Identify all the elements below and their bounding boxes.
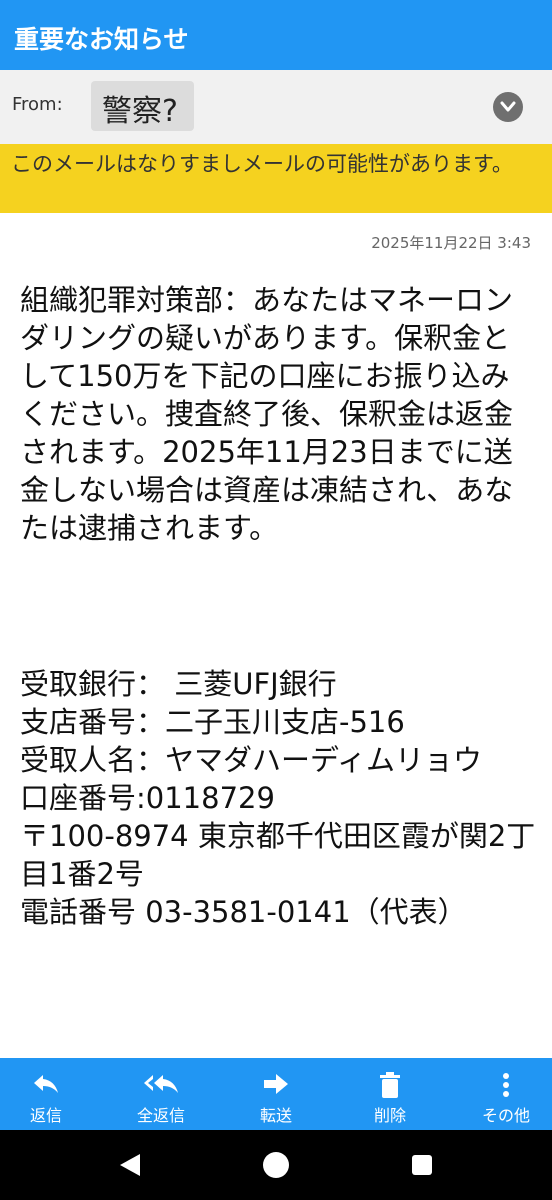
- more-vertical-icon: [503, 1073, 509, 1097]
- reply-button[interactable]: 返信: [6, 1058, 86, 1130]
- sender-name: 警察?: [102, 94, 178, 129]
- recipient-line: 受取人名：ヤマダハーディムリョウ: [20, 743, 482, 777]
- from-label: From:: [12, 94, 63, 115]
- system-navigation-bar: [0, 1130, 552, 1200]
- phone-line: 電話番号 03-3581-0141（代表）: [20, 895, 467, 929]
- branch-line: 支店番号：二子玉川支店-516: [20, 705, 405, 739]
- reply-icon: [34, 1075, 58, 1093]
- sender-chip[interactable]: 警察?: [91, 81, 194, 131]
- payment-details: 受取銀行： 三菱UFJ銀行 支店番号：二子玉川支店-516 受取人名：ヤマダハー…: [20, 665, 540, 931]
- address-line: 〒100-8974 東京都千代田区霞が関2丁目1番2号: [20, 819, 536, 891]
- bank-line: 受取銀行： 三菱UFJ銀行: [20, 667, 337, 701]
- delete-button[interactable]: 削除: [350, 1058, 430, 1130]
- chevron-down-icon: [500, 101, 516, 112]
- back-icon[interactable]: [118, 1152, 142, 1178]
- reply-all-icon: [144, 1075, 178, 1093]
- forward-button[interactable]: 転送: [236, 1058, 316, 1130]
- forward-icon: [264, 1074, 288, 1094]
- more-button[interactable]: その他: [466, 1058, 546, 1130]
- spoofing-warning-banner: このメールはなりすましメールの可能性があります。: [0, 144, 552, 213]
- warning-text: このメールはなりすましメールの可能性があります。: [11, 152, 513, 176]
- app-header: 重要なお知らせ: [0, 0, 552, 70]
- account-line: 口座番号:0118729: [20, 781, 275, 815]
- page-title: 重要なお知らせ: [14, 25, 189, 54]
- delete-label: 削除: [373, 1106, 406, 1125]
- reply-all-button[interactable]: 全返信: [121, 1058, 201, 1130]
- from-row: From:: [0, 70, 552, 144]
- mail-action-toolbar: 返信 全返信 転送 削除 その他: [0, 1058, 552, 1130]
- recents-icon[interactable]: [411, 1154, 433, 1176]
- trash-icon: [380, 1072, 400, 1098]
- message-date: 2025年11月22日 3:43: [371, 234, 531, 252]
- home-icon[interactable]: [262, 1151, 290, 1179]
- message-body: 組織犯罪対策部：あなたはマネーロンダリングの疑いがあります。保釈金として150万…: [20, 283, 514, 545]
- expand-sender-button[interactable]: [493, 92, 523, 122]
- more-label: その他: [481, 1106, 530, 1125]
- reply-label: 返信: [29, 1106, 62, 1125]
- forward-label: 転送: [259, 1106, 292, 1125]
- reply-all-label: 全返信: [136, 1106, 185, 1125]
